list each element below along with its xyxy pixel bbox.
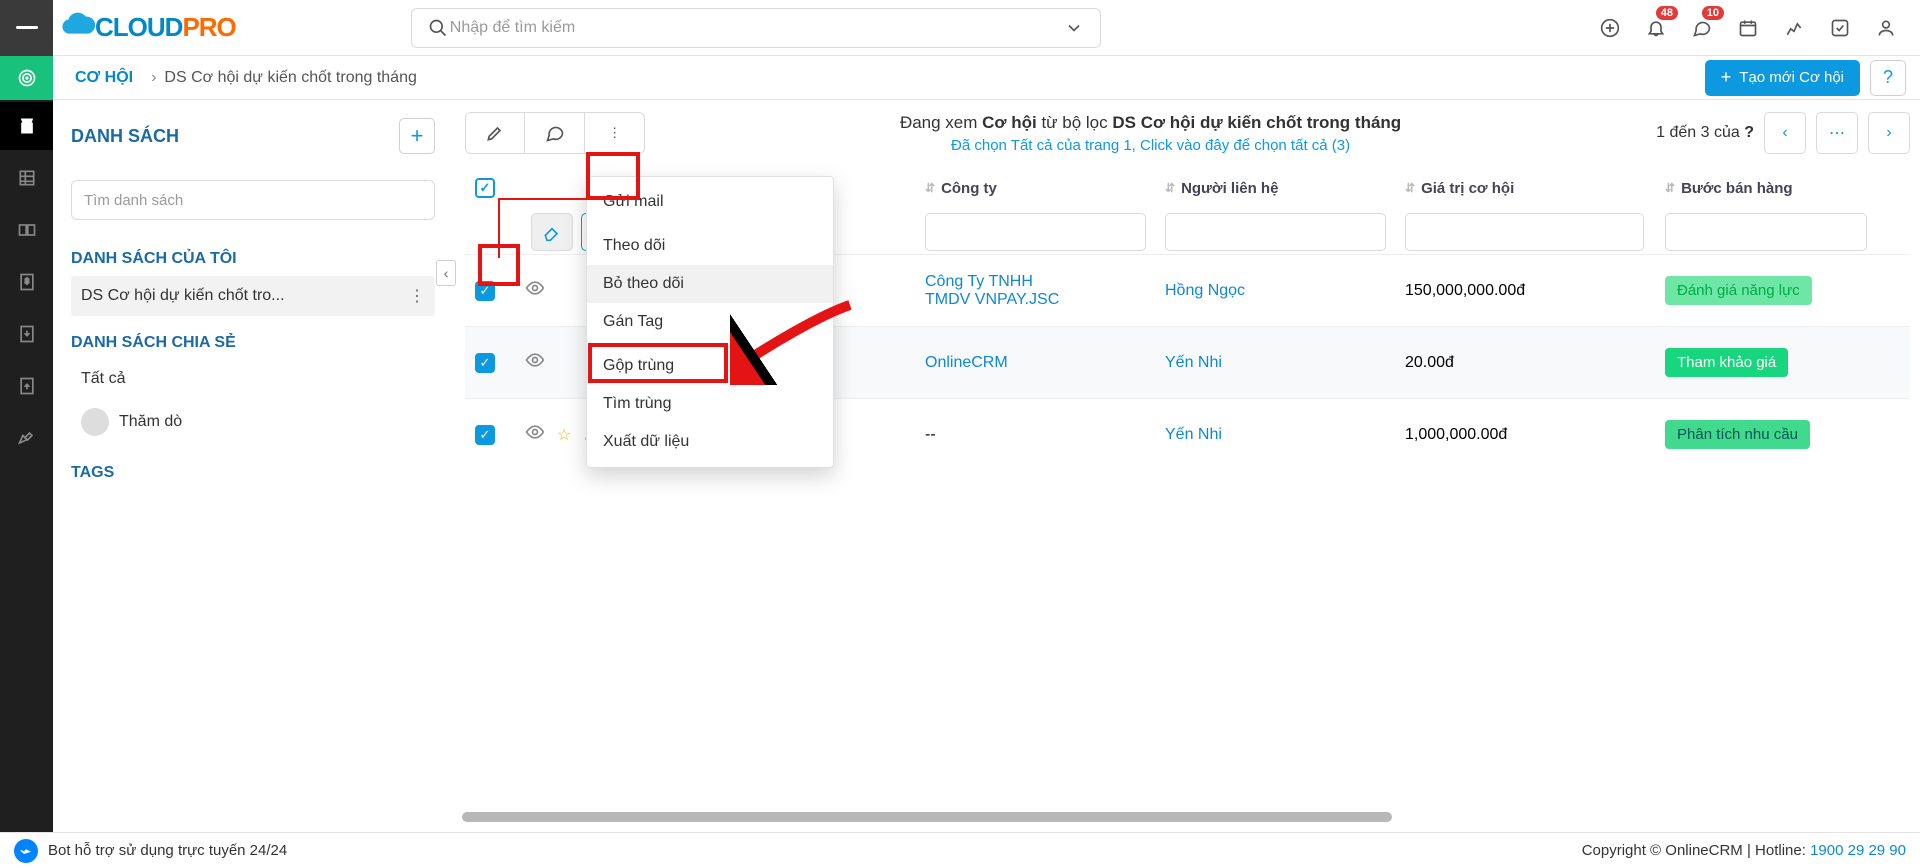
more-tool[interactable]: ⋮ xyxy=(585,112,645,154)
sidebar-item-thamdo[interactable]: Thăm dò xyxy=(71,398,435,446)
sidebar-search[interactable] xyxy=(71,180,435,220)
rail-download-icon[interactable] xyxy=(0,310,53,358)
row-contact[interactable]: Yến Nhi xyxy=(1165,426,1405,444)
row-stage: Đánh giá năng lực xyxy=(1665,276,1812,305)
row-contact[interactable]: Yến Nhi xyxy=(1165,354,1405,372)
breadcrumb-sub: DS Cơ hội dự kiến chốt trong tháng xyxy=(164,69,416,87)
eye-icon[interactable] xyxy=(525,350,545,375)
analytics-icon[interactable] xyxy=(1782,16,1806,40)
breadcrumb: CƠ HỘI › DS Cơ hội dự kiến chốt trong th… xyxy=(63,57,417,99)
bell-icon[interactable]: 48 xyxy=(1644,16,1668,40)
filter-buoc[interactable] xyxy=(1665,213,1867,251)
header-center: Đang xem Cơ hội từ bộ lọc DS Cơ hội dự k… xyxy=(645,113,1656,154)
sort-icon[interactable]: ⇵ xyxy=(1665,181,1675,195)
sidebar-section-tags: TAGS xyxy=(71,464,435,482)
topbar: CLOUDPRO 48 10 xyxy=(0,0,1920,56)
create-button[interactable]: +Tạo mới Cơ hội xyxy=(1705,60,1860,96)
annotation-line-v xyxy=(498,198,500,258)
breadcrumb-main[interactable]: CƠ HỘI xyxy=(63,57,143,99)
eye-icon[interactable] xyxy=(525,278,545,303)
horizontal-scrollbar[interactable] xyxy=(462,812,1906,822)
row-contact[interactable]: Hồng Ngọc xyxy=(1165,282,1405,300)
nav-rail: $ $ xyxy=(0,100,53,832)
star-icon[interactable]: ☆ xyxy=(557,425,571,445)
breadcrumb-row: CƠ HỘI › DS Cơ hội dự kiến chốt trong th… xyxy=(0,56,1920,100)
select-all-checkbox[interactable]: ✓ xyxy=(475,178,495,198)
menu-follow[interactable]: Theo dõi xyxy=(587,227,833,265)
footer-left: Bot hỗ trợ sử dụng trực tuyến 24/24 xyxy=(48,842,287,859)
rail-grid-icon[interactable] xyxy=(0,154,53,202)
prev-page[interactable]: ‹ xyxy=(1764,112,1806,154)
row-stage: Tham khảo giá xyxy=(1665,348,1788,377)
add-list-button[interactable]: + xyxy=(399,118,435,154)
row-company[interactable]: -- xyxy=(925,426,1165,444)
filter-giatri[interactable] xyxy=(1405,213,1644,251)
sidebar-title: DANH SÁCH+ xyxy=(71,118,435,154)
clear-filters[interactable] xyxy=(531,213,573,251)
next-page[interactable]: › xyxy=(1868,112,1910,154)
rail-edit-icon[interactable] xyxy=(0,414,53,462)
rail-upload-icon[interactable] xyxy=(0,362,53,410)
filter-lienhe[interactable] xyxy=(1165,213,1386,251)
logo[interactable]: CLOUDPRO xyxy=(61,11,236,45)
sort-icon[interactable]: ⇵ xyxy=(925,181,935,195)
row-checkbox[interactable]: ✓ xyxy=(475,281,495,301)
comment-tool[interactable] xyxy=(525,112,585,154)
row-value: 20.00đ xyxy=(1405,354,1665,372)
edit-tool[interactable] xyxy=(465,112,525,154)
top-icons: 48 10 xyxy=(1598,16,1910,40)
global-search[interactable] xyxy=(411,8,1101,48)
body: $ $ DANH SÁCH+ DANH SÁCH CỦA TÔI DS Cơ h… xyxy=(0,100,1920,832)
rail-money-icon[interactable]: $ xyxy=(0,102,53,150)
more-dots-icon[interactable]: ⋮ xyxy=(409,286,425,306)
row-value: 1,000,000.00đ xyxy=(1405,426,1665,444)
sidebar-item-all[interactable]: Tất cả xyxy=(71,360,435,398)
filter-congty[interactable] xyxy=(925,213,1146,251)
sort-icon[interactable]: ⇵ xyxy=(1165,181,1175,195)
row-company[interactable]: OnlineCRM xyxy=(925,354,1165,372)
row-checkbox[interactable]: ✓ xyxy=(475,425,495,445)
rail-target-icon[interactable] xyxy=(0,56,53,100)
breadcrumb-sep: › xyxy=(151,69,156,87)
row-company[interactable]: Công Ty TNHHTMDV VNPAY.JSC xyxy=(925,273,1165,309)
messenger-icon[interactable] xyxy=(14,839,38,863)
row-stage: Phân tích nhu cầu xyxy=(1665,420,1810,449)
menu-export[interactable]: Xuất dữ liệu xyxy=(587,423,833,461)
footer: Bot hỗ trợ sử dụng trực tuyến 24/24 Copy… xyxy=(0,832,1920,868)
sidebar-section-shared: DANH SÁCH CHIA SẺ xyxy=(71,334,435,352)
sidebar: DANH SÁCH+ DANH SÁCH CỦA TÔI DS Cơ hội d… xyxy=(53,100,453,832)
footer-right: Copyright © OnlineCRM | Hotline: 1900 29… xyxy=(1582,842,1906,859)
annotation-arrow xyxy=(730,295,860,385)
rail-compare-icon[interactable] xyxy=(0,206,53,254)
header-right: 1 đến 3 của ? ‹ ⋯ › xyxy=(1656,112,1910,154)
row-checkbox[interactable]: ✓ xyxy=(475,353,495,373)
chat-badge: 10 xyxy=(1702,6,1724,20)
menu-find-dup[interactable]: Tìm trùng xyxy=(587,385,833,423)
svg-text:$: $ xyxy=(24,277,29,286)
range-text: 1 đến 3 của ? xyxy=(1656,124,1754,142)
annotation-line-h xyxy=(498,198,612,200)
sidebar-section-mine: DANH SÁCH CỦA TÔI xyxy=(71,250,435,268)
calendar-icon[interactable] xyxy=(1736,16,1760,40)
user-icon[interactable] xyxy=(1874,16,1898,40)
tasks-icon[interactable] xyxy=(1828,16,1852,40)
hamburger-menu[interactable] xyxy=(0,0,53,56)
help-button[interactable]: ? xyxy=(1870,60,1906,96)
sort-icon[interactable]: ⇵ xyxy=(1405,181,1415,195)
plus-circle-icon[interactable] xyxy=(1598,16,1622,40)
menu-send-mail[interactable]: Gửi mail xyxy=(587,183,833,221)
row-value: 150,000,000.00đ xyxy=(1405,282,1665,300)
toolbar: ⋮ Đang xem Cơ hội từ bộ lọc DS Cơ hội dự… xyxy=(465,112,1910,154)
sidebar-item-current[interactable]: DS Cơ hội dự kiến chốt tro...⋮ xyxy=(71,276,435,316)
chevron-down-icon[interactable] xyxy=(1062,16,1086,40)
select-all-link[interactable]: Đã chọn Tất cả của trang 1, Click vào đâ… xyxy=(645,137,1656,154)
rail-invoice-icon[interactable]: $ xyxy=(0,258,53,306)
chat-icon[interactable]: 10 xyxy=(1690,16,1714,40)
search-icon xyxy=(426,16,450,40)
bell-badge: 48 xyxy=(1656,6,1678,20)
search-input[interactable] xyxy=(450,19,1062,37)
avatar-icon xyxy=(81,408,109,436)
page-options[interactable]: ⋯ xyxy=(1816,112,1858,154)
eye-icon[interactable] xyxy=(525,422,545,447)
